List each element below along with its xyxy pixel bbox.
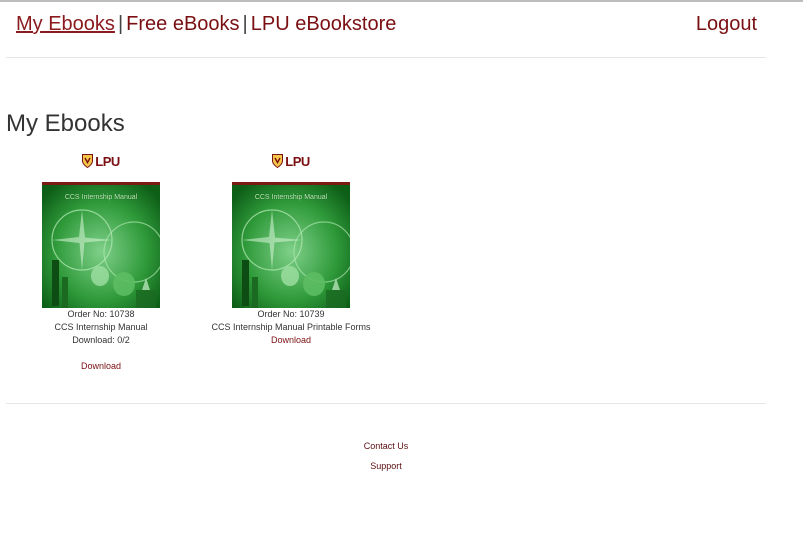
cover-title: CCS Internship Manual <box>254 194 328 201</box>
ebook-card: LPU CCS Internship Manual Order No: 1073… <box>201 152 381 347</box>
download-link[interactable]: Download <box>11 360 191 373</box>
contact-us-link[interactable]: Contact Us <box>0 436 772 456</box>
lpu-logo-text: LPU <box>95 153 120 169</box>
nav-separator: | <box>242 13 248 35</box>
lpu-shield-icon <box>82 154 94 168</box>
download-link[interactable]: Download <box>201 334 381 347</box>
top-border <box>0 0 803 2</box>
nav-my-ebooks[interactable]: My Ebooks <box>16 13 115 35</box>
lpu-logo: LPU <box>82 152 120 170</box>
cover-title: CCS Internship Manual <box>64 194 138 201</box>
header-divider <box>6 57 766 58</box>
main-nav: My Ebooks | Free eBooks | LPU eBookstore <box>16 13 396 36</box>
ebook-title: CCS Internship Manual Printable Forms <box>211 322 371 332</box>
lpu-logo: LPU <box>272 152 310 170</box>
footer-divider <box>6 403 766 404</box>
download-count: Download: 0/2 <box>72 335 130 345</box>
nav-free-ebooks[interactable]: Free eBooks <box>126 13 239 35</box>
lpu-logo-text: LPU <box>285 153 310 169</box>
support-link[interactable]: Support <box>0 456 772 476</box>
nav-separator: | <box>117 13 124 35</box>
logout-link[interactable]: Logout <box>696 13 757 36</box>
ebook-title: CCS Internship Manual <box>54 322 148 332</box>
order-number: Order No: 10739 <box>257 309 325 319</box>
order-number: Order No: 10738 <box>67 309 135 319</box>
page-title: My Ebooks <box>6 110 125 137</box>
lpu-shield-icon <box>272 154 284 168</box>
footer: Contact Us Support <box>0 436 772 476</box>
ebook-card: LPU CCS Internship Manual Order No: 1073… <box>11 152 191 373</box>
ebook-cover[interactable]: CCS Internship Manual <box>42 182 160 308</box>
nav-lpu-ebookstore[interactable]: LPU eBookstore <box>251 13 397 35</box>
ebook-cover[interactable]: CCS Internship Manual <box>232 182 350 308</box>
